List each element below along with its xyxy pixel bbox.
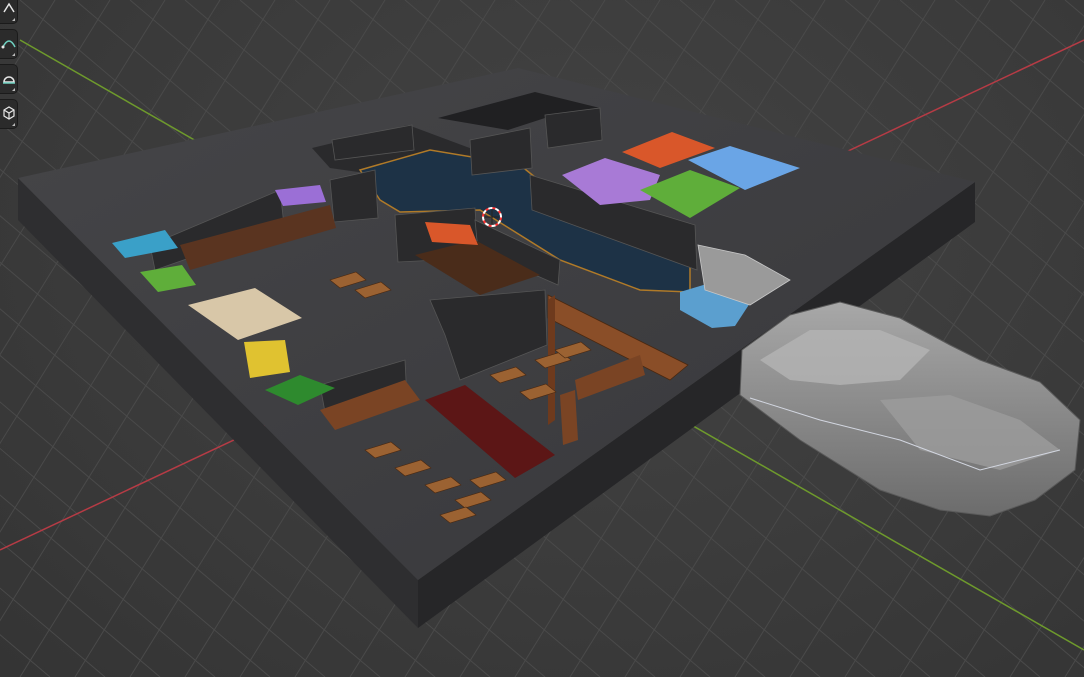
annotate-icon <box>1 70 17 89</box>
large-rock[interactable] <box>739 301 1081 517</box>
curve-icon <box>1 35 17 54</box>
canopy-yellow <box>244 340 290 378</box>
add-cube-icon <box>1 105 17 124</box>
left-toolbar <box>0 0 20 129</box>
3d-viewport[interactable] <box>0 0 1084 677</box>
annotate-tool-button[interactable] <box>0 64 18 94</box>
curve-tool-button[interactable] <box>0 29 18 59</box>
3d-cursor[interactable] <box>482 207 502 227</box>
canopy-orange-small <box>425 222 478 245</box>
transform-icon <box>1 0 17 19</box>
scene-canvas[interactable] <box>0 0 1084 677</box>
add-cube-tool-button[interactable] <box>0 99 18 129</box>
transform-tool-button[interactable] <box>0 0 18 24</box>
